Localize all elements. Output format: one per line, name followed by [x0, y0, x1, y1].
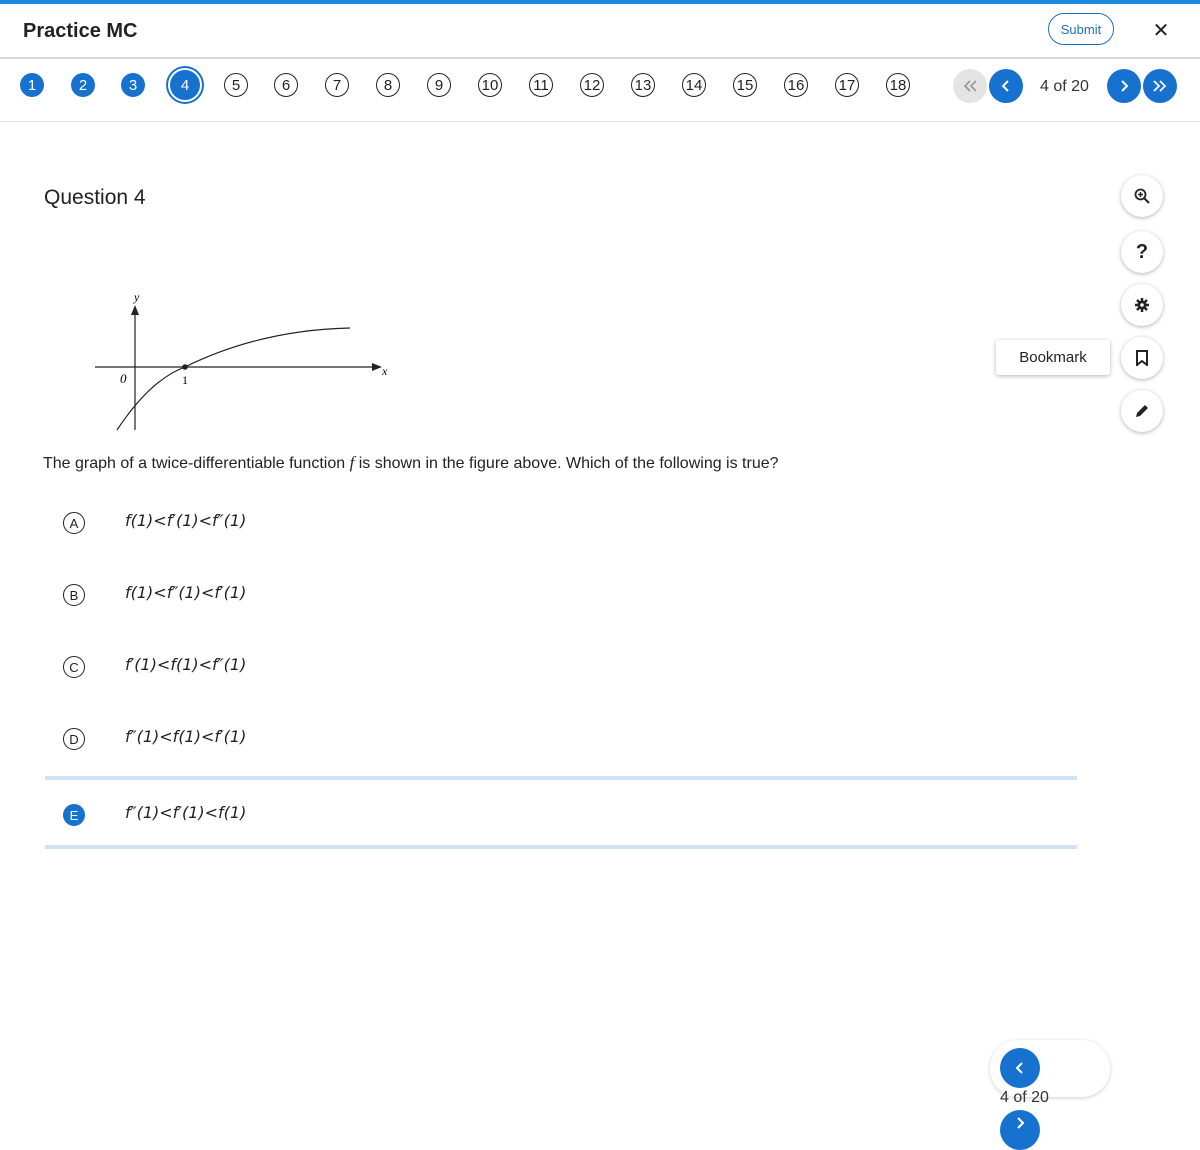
question-nav-13[interactable]: 13: [631, 73, 655, 97]
choice-text-a: f(1)<f′(1)<f″(1): [125, 511, 247, 530]
question-title: Question 4: [44, 186, 146, 209]
answer-choice-d[interactable]: D f″(1)<f(1)<f′(1): [45, 711, 1077, 771]
question-nav-9[interactable]: 9: [427, 73, 451, 97]
chevron-right-icon: [1017, 1117, 1025, 1129]
question-nav-4[interactable]: 4: [170, 70, 200, 100]
answer-choice-c[interactable]: C f′(1)<f(1)<f″(1): [45, 639, 1077, 699]
question-nav-5[interactable]: 5: [224, 73, 248, 97]
help-button[interactable]: ?: [1121, 231, 1163, 273]
chevron-left-icon: [1001, 80, 1009, 92]
chevron-left-icon: [1015, 1062, 1023, 1074]
choice-letter-c: C: [63, 656, 85, 678]
choice-text-c: f′(1)<f(1)<f″(1): [125, 655, 247, 674]
bottom-next-button[interactable]: [1000, 1110, 1040, 1150]
zoom-in-icon: [1134, 188, 1150, 204]
function-graph: y x 0 1: [95, 290, 388, 431]
prompt-text-after: is shown in the figure above. Which of t…: [354, 455, 779, 472]
answer-choice-b[interactable]: B f(1)<f″(1)<f′(1): [45, 567, 1077, 627]
question-nav-8[interactable]: 8: [376, 73, 400, 97]
choice-letter-e: E: [63, 804, 85, 826]
header: Practice MC Submit ✕: [0, 4, 1200, 59]
choice-text-b: f(1)<f″(1)<f′(1): [125, 583, 247, 602]
question-nav-14[interactable]: 14: [682, 73, 706, 97]
app-title: Practice MC: [23, 20, 138, 42]
bottom-question-counter: 4 of 20: [1000, 1089, 1049, 1106]
double-chevron-left-icon: [963, 80, 977, 92]
x-axis-arrow: [372, 363, 382, 371]
next-question-button[interactable]: [1107, 69, 1141, 103]
question-nav-16[interactable]: 16: [784, 73, 808, 97]
choice-letter-a: A: [63, 512, 85, 534]
annotate-button[interactable]: [1121, 390, 1163, 432]
bookmark-button[interactable]: [1121, 337, 1163, 379]
bookmark-tooltip: Bookmark: [996, 340, 1110, 375]
question-nav-2[interactable]: 2: [71, 73, 95, 97]
choice-letter-d: D: [63, 728, 85, 750]
first-question-button[interactable]: [953, 69, 987, 103]
question-nav-7[interactable]: 7: [325, 73, 349, 97]
question-navigator: 1 2 3 4 5 6 7 8 9 10 11 12 13 14 15 16 1…: [0, 59, 1200, 122]
question-nav-15[interactable]: 15: [733, 73, 757, 97]
function-curve: [116, 327, 351, 431]
bookmark-icon: [1136, 350, 1148, 366]
question-nav-10[interactable]: 10: [478, 73, 502, 97]
double-chevron-right-icon: [1153, 80, 1167, 92]
zoom-in-button[interactable]: [1121, 175, 1163, 217]
x-axis-label: x: [381, 364, 388, 378]
pencil-icon: [1136, 405, 1148, 417]
settings-button[interactable]: [1121, 284, 1163, 326]
question-nav-1[interactable]: 1: [20, 73, 44, 97]
previous-question-button[interactable]: [989, 69, 1023, 103]
question-nav-11[interactable]: 11: [529, 73, 553, 97]
point-at-one: [182, 364, 188, 370]
origin-label: 0: [120, 371, 127, 386]
settings-icon: [1135, 298, 1149, 312]
question-prompt: The graph of a twice-differentiable func…: [43, 453, 779, 473]
question-nav-6[interactable]: 6: [274, 73, 298, 97]
chevron-right-icon: [1121, 80, 1129, 92]
last-question-button[interactable]: [1143, 69, 1177, 103]
choice-letter-b: B: [63, 584, 85, 606]
answer-choice-a[interactable]: A f(1)<f′(1)<f″(1): [45, 495, 1077, 555]
y-axis-arrow: [131, 305, 139, 315]
question-counter: 4 of 20: [1040, 78, 1089, 95]
question-nav-12[interactable]: 12: [580, 73, 604, 97]
help-icon: ?: [1135, 240, 1149, 263]
bottom-previous-button[interactable]: [1000, 1048, 1040, 1088]
question-nav-3[interactable]: 3: [121, 73, 145, 97]
question-nav-17[interactable]: 17: [835, 73, 859, 97]
choice-text-d: f″(1)<f(1)<f′(1): [125, 727, 247, 746]
answer-choice-e[interactable]: E f″(1)<f′(1)<f(1): [45, 776, 1077, 849]
close-icon[interactable]: ✕: [1150, 18, 1172, 43]
submit-button[interactable]: Submit: [1048, 13, 1114, 45]
y-axis-label: y: [133, 290, 140, 304]
prompt-text-before: The graph of a twice-differentiable func…: [43, 455, 350, 472]
question-nav-18[interactable]: 18: [886, 73, 910, 97]
choice-text-e: f″(1)<f′(1)<f(1): [125, 803, 247, 822]
tick-label-one: 1: [182, 373, 188, 387]
